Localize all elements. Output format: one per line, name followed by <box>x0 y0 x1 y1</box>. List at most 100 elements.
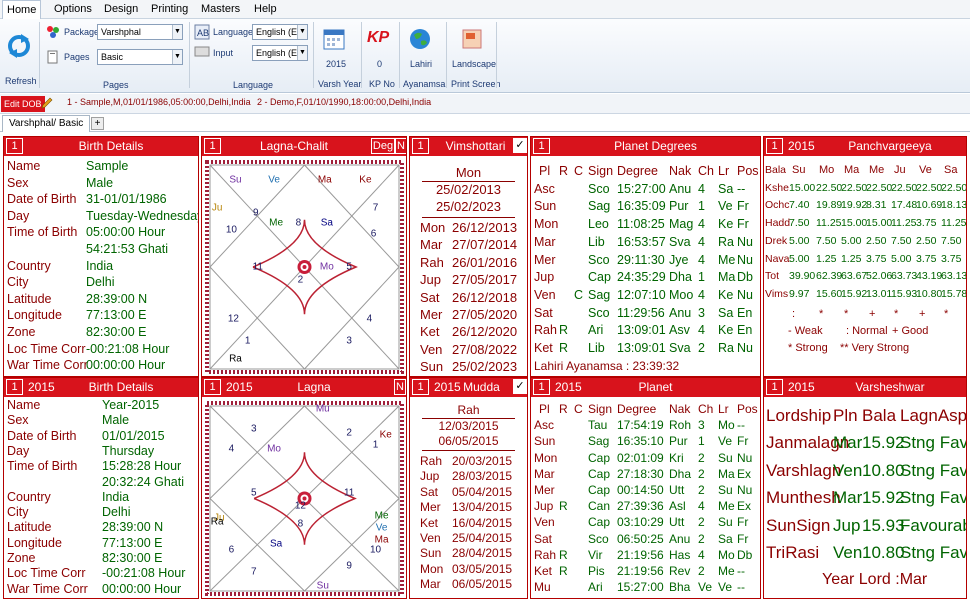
refresh-icon[interactable] <box>7 33 31 62</box>
table-cell: C <box>574 287 584 302</box>
tab-varshphal-basic[interactable]: Varshphal/ Basic <box>2 115 91 132</box>
table-cell: Ari <box>588 323 604 338</box>
detail-label: Time of Birth <box>7 225 78 240</box>
table-cell: Leo <box>588 217 609 232</box>
menu-home[interactable]: Home <box>2 0 42 19</box>
strength-mark: + <box>869 308 876 320</box>
table-cell: Sco <box>588 252 610 267</box>
calendar-icon[interactable] <box>322 27 346 54</box>
table-cell: Nu <box>737 483 753 497</box>
legend-item: : Normal <box>846 325 888 337</box>
detail-value: India <box>102 489 130 504</box>
dasha-range-end: 25/02/2023 <box>435 199 502 214</box>
table-cell: 22.50 <box>916 181 943 194</box>
panel-number[interactable]: 1 <box>766 379 783 395</box>
menu-options[interactable]: Options <box>50 0 96 19</box>
panel-number[interactable]: 1 <box>533 379 550 395</box>
table-cell: 19.92 <box>841 199 868 212</box>
table-cell: 63.13 <box>941 270 967 283</box>
pencil-icon[interactable] <box>40 96 54 113</box>
landscape-value[interactable]: Landscape <box>452 59 496 69</box>
north-toggle[interactable]: N <box>394 379 406 395</box>
panel-number[interactable]: 1 <box>533 138 550 154</box>
detail-value: 77:13:00 E <box>86 308 147 323</box>
menu-masters[interactable]: Masters <box>197 0 244 19</box>
package-select[interactable]: Varshphal ▼ <box>97 24 183 40</box>
detail-label: Sex <box>7 413 29 428</box>
pages-label: Pages <box>64 52 90 62</box>
panel-number[interactable]: 1 <box>204 379 221 395</box>
pages-select[interactable]: Basic ▼ <box>97 49 183 65</box>
table-cell: 06:50:25 <box>617 531 664 546</box>
input-select[interactable]: English (E ▼ <box>252 45 308 61</box>
table-cell: Ra <box>718 234 734 249</box>
check-icon[interactable]: ✓ <box>513 138 527 153</box>
ayanamsa-value[interactable]: Lahiri <box>410 59 432 69</box>
table-cell: 22.50 <box>816 181 843 194</box>
menu-design[interactable]: Design <box>100 0 142 19</box>
edit-dob-button[interactable]: Edit DOB <box>1 96 45 112</box>
table-cell: 2 <box>698 466 705 481</box>
house-number: 5 <box>250 487 257 499</box>
ayanamsa-text: Lahiri Ayanamsa : 23:39:32 <box>534 359 680 373</box>
table-cell: 17.48 <box>891 199 918 212</box>
birth-details-2015-panel: 1 2015 Birth Details Name Year-2015 Sex Male D… <box>3 377 199 599</box>
detail-label: City <box>7 505 29 520</box>
dasha-date: 27/08/2022 <box>452 341 518 357</box>
landscape-icon[interactable] <box>461 27 483 54</box>
profile-2[interactable]: 2 - Demo,F,01/10/1990,18:00:00,Delhi,Ind… <box>257 97 431 107</box>
table-cell: Nu <box>737 287 753 302</box>
detail-label: Country <box>7 258 51 273</box>
column-header: LagnAspct <box>900 406 967 425</box>
house-number: 6 <box>228 544 235 556</box>
table-cell: Drek <box>765 234 788 247</box>
panel-number[interactable]: 1 <box>204 138 221 154</box>
check-icon[interactable]: ✓ <box>513 379 527 394</box>
dasha-date: 28/03/2015 <box>452 469 513 484</box>
table-cell: Sat <box>534 305 553 320</box>
detail-label: Time of Birth <box>7 459 78 474</box>
deg-toggle[interactable]: Deg <box>371 138 395 154</box>
table-cell: Db <box>737 270 753 285</box>
menu-printing[interactable]: Printing <box>147 0 192 19</box>
kp-icon[interactable]: KP <box>367 29 389 47</box>
table-cell: Ke <box>718 287 734 302</box>
panel-title: Planet <box>638 380 673 394</box>
panel-number[interactable]: 1 <box>412 379 429 395</box>
column-header: Su <box>792 164 806 176</box>
panel-number[interactable]: 1 <box>6 379 23 395</box>
planet-label: Ra <box>210 516 224 528</box>
table-cell: 39.90 <box>789 270 816 283</box>
profile-1[interactable]: 1 - Sample,M,01/01/1986,05:00:00,Delhi,I… <box>67 97 251 107</box>
language-select[interactable]: English (E ▼ <box>252 24 308 40</box>
add-tab-button[interactable]: + <box>91 117 104 130</box>
planet-label: Mo <box>319 261 334 273</box>
north-toggle[interactable]: N <box>395 138 406 154</box>
strength-mark: * <box>894 308 899 320</box>
planet-label: Su <box>229 174 242 186</box>
globe-icon[interactable] <box>408 27 432 54</box>
table-cell: 18.13 <box>941 199 967 212</box>
chevron-down-icon: ▼ <box>297 46 307 60</box>
table-cell: Dha <box>669 466 692 481</box>
table-cell: 8.31 <box>866 199 887 212</box>
varsh-year-value[interactable]: 2015 <box>326 59 346 69</box>
table-cell: Ke <box>718 323 734 338</box>
table-cell: Ket <box>534 341 553 355</box>
column-header: Ch <box>698 164 714 178</box>
column-header: Lordship <box>766 406 832 425</box>
table-cell: 13.01 <box>866 287 893 300</box>
refresh-label[interactable]: Refresh <box>5 76 37 86</box>
table-cell: 15.00 <box>789 181 816 194</box>
menu-help[interactable]: Help <box>250 0 281 19</box>
house-number: 5 <box>346 261 352 273</box>
panel-number[interactable]: 1 <box>6 138 23 154</box>
table-cell: 63.67 <box>841 270 868 283</box>
house-number: 11 <box>343 487 355 499</box>
kp-no-value[interactable]: 0 <box>377 59 382 69</box>
table-cell: 19.89 <box>816 199 843 212</box>
detail-value: 82:30:00 E <box>86 325 147 339</box>
panel-number[interactable]: 1 <box>766 138 783 154</box>
detail-value: Year-2015 <box>102 398 160 412</box>
detail-value: Tuesday-Wednesday <box>86 208 199 223</box>
